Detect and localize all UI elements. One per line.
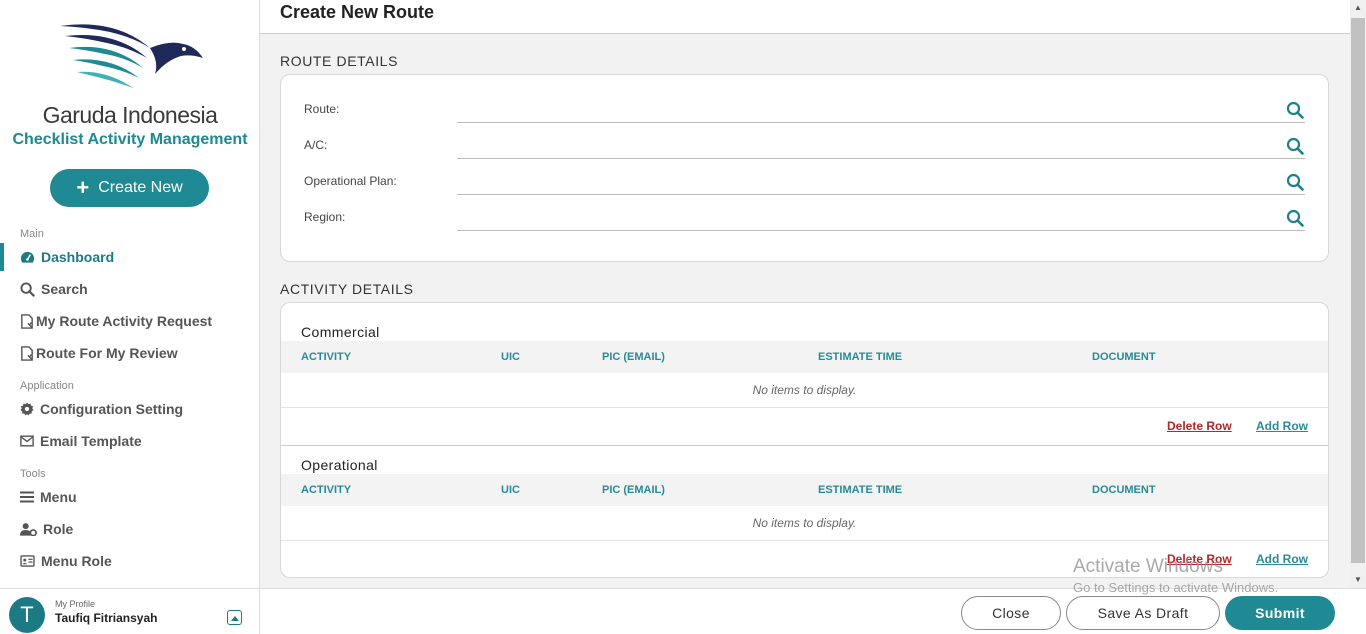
user-gear-icon <box>20 523 37 536</box>
operational-plan-field: Operational Plan: <box>304 163 1306 199</box>
scroll-up-arrow-icon[interactable]: ▲ <box>1350 0 1366 16</box>
route-field-label: Route: <box>304 102 340 116</box>
activity-details-heading: ACTIVITY DETAILS <box>280 281 414 297</box>
commercial-add-row-link[interactable]: Add Row <box>1256 419 1308 433</box>
column-header-pic-email[interactable]: PIC (EMAIL) <box>602 351 665 363</box>
profile-name: Taufiq Fitriansyah <box>55 611 158 625</box>
sidebar-item-menu[interactable]: Menu <box>0 483 259 511</box>
brand-name: Garuda Indonesia <box>42 102 218 128</box>
sidebar-item-role[interactable]: Role <box>0 515 259 543</box>
sidebar-item-label: Menu Role <box>41 553 112 569</box>
save-as-draft-button[interactable]: Save As Draft <box>1066 596 1220 630</box>
column-header-uic[interactable]: UIC <box>501 484 520 496</box>
plus-icon: + <box>76 175 90 200</box>
route-details-heading: ROUTE DETAILS <box>280 53 399 69</box>
profile-expand-button[interactable] <box>227 610 242 625</box>
sidebar: Garuda Indonesia Checklist Activity Mana… <box>0 0 260 634</box>
column-header-pic-email[interactable]: PIC (EMAIL) <box>602 484 665 496</box>
create-new-button[interactable]: + Create New <box>50 169 209 207</box>
create-new-label: Create New <box>98 179 183 196</box>
ac-search-icon[interactable] <box>1286 137 1304 155</box>
operational-add-row-link[interactable]: Add Row <box>1256 552 1308 566</box>
id-card-icon <box>20 555 35 567</box>
commercial-table-header: ACTIVITY UIC PIC (EMAIL) ESTIMATE TIME D… <box>281 341 1328 373</box>
main-content: Create New Route ▲ ▼ ROUTE DETAILS Route… <box>260 0 1366 634</box>
table-divider <box>281 445 1328 446</box>
sidebar-item-label: Menu <box>40 489 77 505</box>
sidebar-item-label: Role <box>43 521 74 537</box>
ac-field: A/C: <box>304 127 1306 163</box>
column-header-estimate-time[interactable]: ESTIMATE TIME <box>818 351 902 363</box>
sidebar-item-email-template[interactable]: Email Template <box>0 427 259 455</box>
operational-table-title: Operational <box>301 457 378 473</box>
operational-empty-message: No items to display. <box>281 506 1328 541</box>
sidebar-item-label: Configuration Setting <box>40 401 184 417</box>
document-icon <box>21 345 33 361</box>
action-footer: Close Save As Draft Submit <box>260 588 1366 634</box>
section-label-tools: Tools <box>20 468 46 480</box>
gear-icon <box>20 402 34 416</box>
route-details-card: Route: A/C: Operational Plan: Region: <box>280 74 1329 262</box>
profile-label: My Profile <box>55 599 96 609</box>
region-field: Region: <box>304 199 1306 235</box>
operational-plan-field-label: Operational Plan: <box>304 174 397 188</box>
operational-plan-search-icon[interactable] <box>1286 173 1304 191</box>
section-label-application: Application <box>20 380 74 392</box>
sidebar-item-label: Dashboard <box>41 249 115 265</box>
garuda-bird-logo-icon <box>60 24 203 88</box>
sidebar-item-label: Email Template <box>40 433 142 449</box>
commercial-table-title: Commercial <box>301 324 380 340</box>
sidebar-item-my-route-activity-request[interactable]: My Route Activity Request <box>0 307 259 335</box>
region-input[interactable] <box>457 203 1305 231</box>
sidebar-item-dashboard[interactable]: Dashboard <box>0 243 259 271</box>
column-header-document[interactable]: DOCUMENT <box>1092 351 1156 363</box>
app-window: Garuda Indonesia Checklist Activity Mana… <box>0 0 1366 634</box>
operational-plan-input[interactable] <box>457 167 1305 195</box>
sidebar-item-label: Route For My Review <box>36 345 178 361</box>
hamburger-icon <box>20 491 34 503</box>
region-field-label: Region: <box>304 210 346 224</box>
column-header-uic[interactable]: UIC <box>501 351 520 363</box>
column-header-activity[interactable]: ACTIVITY <box>301 351 351 363</box>
avatar: T <box>9 597 45 633</box>
route-field: Route: <box>304 91 1306 127</box>
submit-button[interactable]: Submit <box>1225 596 1335 630</box>
sidebar-item-label: My Route Activity Request <box>36 313 213 329</box>
document-icon <box>21 313 33 329</box>
scroll-down-arrow-icon[interactable]: ▼ <box>1350 572 1366 588</box>
ac-field-label: A/C: <box>304 138 328 152</box>
sidebar-item-route-for-my-review[interactable]: Route For My Review <box>0 339 259 367</box>
search-icon <box>20 281 35 297</box>
commercial-delete-row-link[interactable]: Delete Row <box>1167 419 1232 433</box>
operational-table-header: ACTIVITY UIC PIC (EMAIL) ESTIMATE TIME D… <box>281 474 1328 506</box>
close-button[interactable]: Close <box>961 596 1061 630</box>
vertical-scrollbar[interactable]: ▲ ▼ <box>1350 0 1366 588</box>
sidebar-item-search[interactable]: Search <box>0 275 259 303</box>
envelope-icon <box>20 435 34 447</box>
sidebar-item-menu-role[interactable]: Menu Role <box>0 547 259 575</box>
ac-input[interactable] <box>457 131 1305 159</box>
route-search-icon[interactable] <box>1286 101 1304 119</box>
column-header-activity[interactable]: ACTIVITY <box>301 484 351 496</box>
sidebar-item-configuration-setting[interactable]: Configuration Setting <box>0 395 259 423</box>
caret-up-icon <box>230 615 239 621</box>
page-title: Create New Route <box>280 2 435 22</box>
region-search-icon[interactable] <box>1286 209 1304 227</box>
route-input[interactable] <box>457 95 1305 123</box>
operational-delete-row-link[interactable]: Delete Row <box>1167 552 1232 566</box>
section-label-main: Main <box>20 228 44 240</box>
sidebar-item-label: Search <box>41 281 88 297</box>
dashboard-icon <box>20 251 35 263</box>
column-header-document[interactable]: DOCUMENT <box>1092 484 1156 496</box>
column-header-estimate-time[interactable]: ESTIMATE TIME <box>818 484 902 496</box>
app-name: Checklist Activity Management <box>12 131 248 148</box>
commercial-empty-message: No items to display. <box>281 373 1328 408</box>
page-header: Create New Route <box>260 0 1350 34</box>
profile-panel[interactable]: T My Profile Taufiq Fitriansyah <box>0 588 259 634</box>
activity-details-card: Commercial ACTIVITY UIC PIC (EMAIL) ESTI… <box>280 302 1329 578</box>
scroll-thumb[interactable] <box>1351 18 1365 563</box>
